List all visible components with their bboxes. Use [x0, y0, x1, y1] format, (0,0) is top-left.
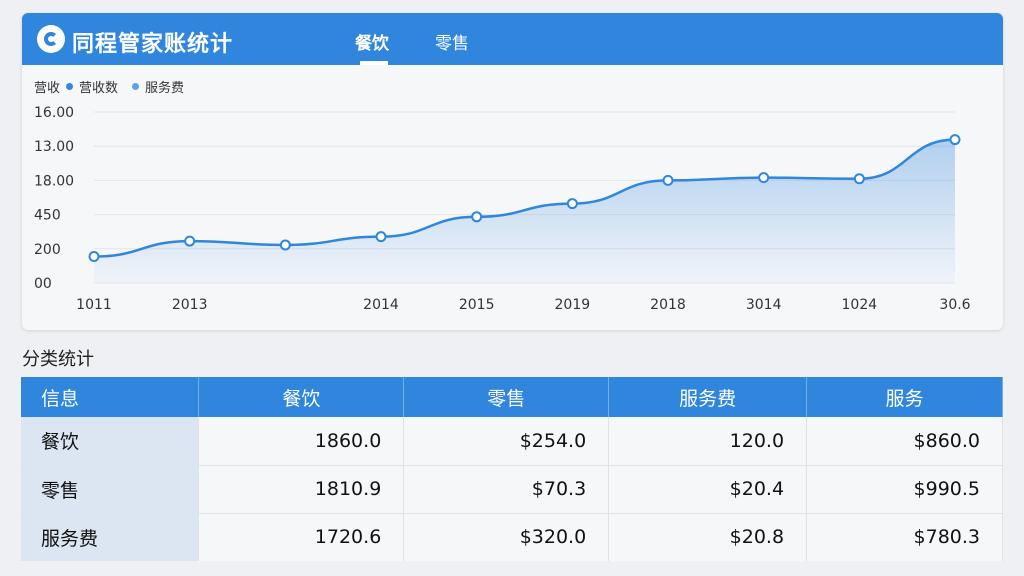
x-tick-label: 3014 [746, 297, 782, 313]
y-tick-label: 00 [34, 276, 52, 292]
x-tick-label: 1024 [842, 297, 878, 313]
table-cell: $70.3 [403, 465, 610, 514]
data-point [88, 251, 100, 263]
y-tick-label: 450 [34, 208, 61, 224]
x-tick-label: 2014 [363, 297, 399, 313]
table-cell: 1720.6 [198, 513, 405, 561]
y-tick-label: 16.00 [34, 105, 74, 121]
table-cell: $860.0 [806, 417, 1003, 466]
table-row[interactable]: 餐饮 1860.0 $254.0 120.0 $860.0 [21, 417, 1003, 466]
table-cell: $254.0 [403, 417, 610, 466]
data-point [758, 172, 770, 184]
x-tick-label: 2015 [459, 297, 495, 313]
data-point [375, 231, 387, 243]
x-tick-label: 2013 [172, 297, 208, 313]
data-point [279, 239, 291, 251]
data-point [853, 173, 865, 185]
table-row[interactable]: 零售 1810.9 $70.3 $20.4 $990.5 [21, 465, 1003, 514]
section-title: 分类统计 [22, 349, 94, 370]
column-header[interactable]: 零售 [403, 377, 610, 417]
y-tick-label: 200 [34, 242, 61, 258]
chart-panel: 同程管家账统计 餐饮 零售 营收 营收数 服务费 16.00 13.00 18.00… [22, 13, 1003, 330]
data-point [566, 198, 578, 210]
x-tick-label: 30.6 [939, 297, 970, 313]
table-cell: $20.8 [608, 513, 808, 561]
row-label: 零售 [21, 465, 200, 514]
table-header-row: 信息 餐饮 零售 服务费 服务 [21, 377, 1003, 417]
row-label: 服务费 [21, 513, 200, 561]
data-point [662, 174, 674, 186]
data-point [471, 211, 483, 223]
table-cell: $320.0 [403, 513, 610, 561]
y-tick-label: 13.00 [34, 139, 74, 155]
table-cell: 1810.9 [198, 465, 405, 514]
table-row[interactable]: 服务费 1720.6 $320.0 $20.8 $780.3 [21, 513, 1003, 561]
table-cell: 1860.0 [198, 417, 405, 466]
table-cell: 120.0 [608, 417, 808, 466]
data-point [184, 235, 196, 247]
row-label: 餐饮 [21, 417, 200, 466]
column-header[interactable]: 餐饮 [198, 377, 405, 417]
y-tick-label: 18.00 [34, 173, 74, 189]
stats-table: 信息 餐饮 零售 服务费 服务 餐饮 1860.0 $254.0 120.0 $… [21, 377, 1003, 561]
table-cell: $20.4 [608, 465, 808, 514]
column-header[interactable]: 信息 [21, 377, 200, 417]
x-tick-label: 1011 [76, 297, 112, 313]
x-tick-label: 2019 [555, 297, 591, 313]
column-header[interactable]: 服务费 [608, 377, 808, 417]
x-tick-label: 2018 [650, 297, 686, 313]
table-cell: $780.3 [806, 513, 1003, 561]
data-point [949, 134, 961, 146]
table-cell: $990.5 [806, 465, 1003, 514]
column-header[interactable]: 服务 [806, 377, 1003, 417]
area-chart: 16.00 13.00 18.00 450 200 00 1011 2013 2014 2015 2… [34, 105, 971, 313]
